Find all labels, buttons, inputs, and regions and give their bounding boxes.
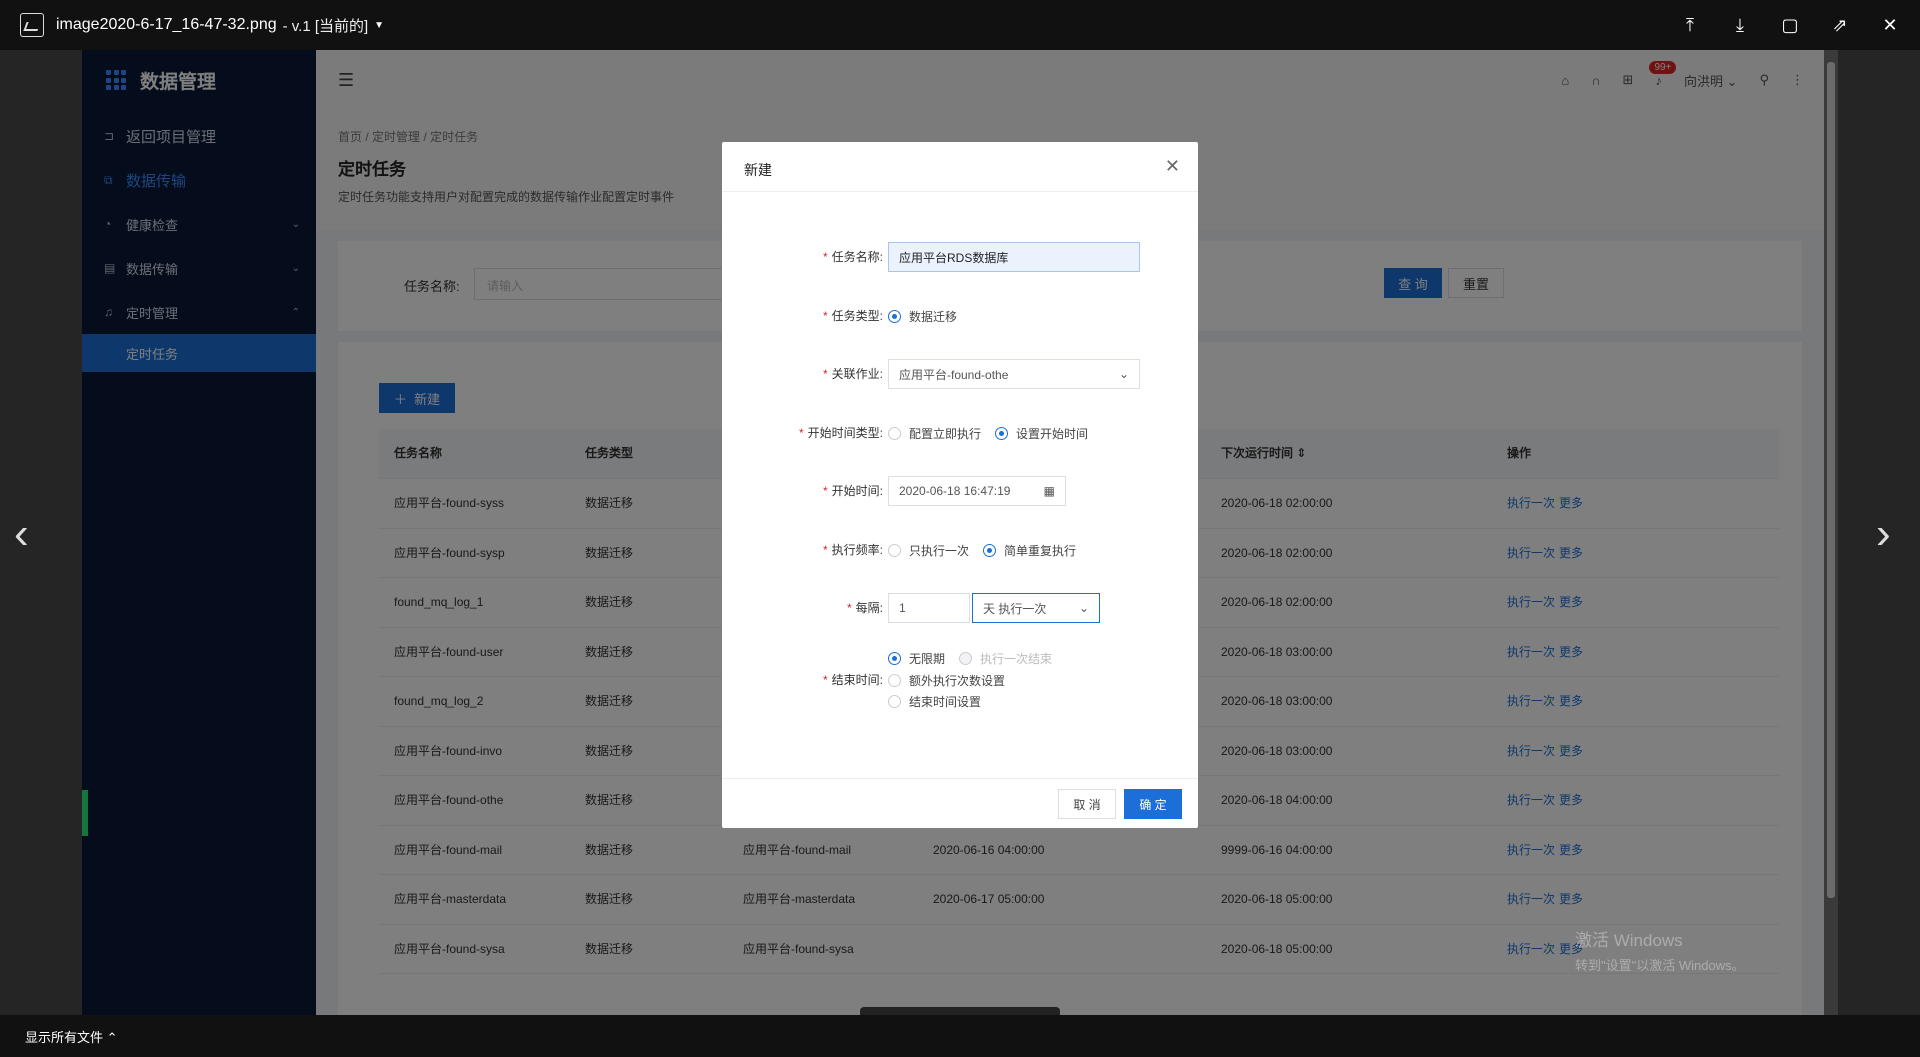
version-selector[interactable]: - v.1 [当前的] (283, 15, 369, 36)
image-file-icon (20, 13, 44, 37)
scroll-thumb[interactable] (1827, 62, 1835, 898)
interval-unit-select[interactable]: 天 执行一次 ⌄ (972, 593, 1100, 623)
chevron-down-icon: ⌄ (1118, 367, 1129, 381)
cancel-button[interactable]: 取 消 (1058, 789, 1116, 819)
field-end-time: * 结束时间: 无限期 执行一次结束 额外执行次数设置 结束时间设置 (722, 650, 1198, 710)
start-time-picker[interactable]: 2020-06-18 16:47:19 ▦ (888, 476, 1066, 506)
viewer-actions: ⤒ ⤓ ▢ ⇗ ✕ (1678, 0, 1902, 50)
radio-execute-now[interactable]: 配置立即执行 (888, 425, 981, 442)
viewer-top-bar: image2020-6-17_16-47-32.png - v.1 [当前的] … (0, 0, 1920, 50)
field-label: * 任务名称: (822, 250, 883, 264)
job-select[interactable]: 应用平台-found-othe ⌄ (888, 359, 1140, 389)
dialog-title: 新建 (744, 162, 772, 178)
viewer-bottom-bar: 显示所有文件 ⌃ (0, 1015, 1920, 1057)
chevron-down-icon: ⌄ (1078, 601, 1089, 615)
field-frequency: * 执行频率: 只执行一次 简单重复执行 (722, 534, 1198, 566)
close-icon[interactable]: ✕ (1878, 15, 1902, 36)
dialog-footer: 取 消 确 定 (722, 778, 1198, 828)
radio-data-migration[interactable]: 数据迁移 (888, 308, 957, 325)
radio-repeat[interactable]: 简单重复执行 (983, 542, 1076, 559)
field-job: * 关联作业: 应用平台-found-othe ⌄ (722, 358, 1198, 390)
field-start-type: * 开始时间类型: 配置立即执行 设置开始时间 (722, 417, 1198, 449)
radio-once[interactable]: 只执行一次 (888, 542, 969, 559)
chevron-down-icon[interactable]: ▼ (374, 20, 384, 31)
interval-input[interactable]: 1 (888, 593, 970, 623)
field-label: * 执行频率: (822, 543, 883, 557)
next-image-icon[interactable]: › (1876, 508, 1891, 560)
radio-end-after-once: 执行一次结束 (959, 650, 1052, 667)
field-label: * 开始时间类型: (798, 426, 883, 440)
field-task-type: * 任务类型: 数据迁移 (722, 300, 1198, 332)
zoom-toolbar: ⊖ ⊕ ⤢ ▣ ▭ (860, 1007, 1060, 1015)
calendar-icon: ▦ (1043, 484, 1055, 498)
field-start-time: * 开始时间: 2020-06-18 16:47:19 ▦ (722, 475, 1198, 507)
field-label: * 每隔: (846, 601, 883, 615)
confirm-button[interactable]: 确 定 (1124, 789, 1182, 819)
show-all-files-link[interactable]: 显示所有文件 ⌃ (25, 1027, 118, 1046)
previous-image-icon[interactable]: ‹ (14, 508, 29, 560)
scrollbar[interactable] (1824, 50, 1838, 1015)
comment-count-icon[interactable]: ▢ (1778, 15, 1802, 36)
field-task-name: * 任务名称: 应用平台RDS数据库 (722, 241, 1198, 273)
field-label: * 任务类型: (822, 309, 883, 323)
radio-extra-count[interactable]: 额外执行次数设置 (888, 672, 1005, 689)
radio-unlimited[interactable]: 无限期 (888, 650, 945, 667)
file-name: image2020-6-17_16-47-32.png (56, 16, 277, 33)
field-label: * 关联作业: (822, 367, 883, 381)
field-interval: * 每隔: 1 天 执行一次 ⌄ (722, 592, 1198, 624)
download-icon[interactable]: ⤓ (1728, 15, 1752, 36)
dialog-header: 新建 ✕ (722, 142, 1198, 192)
task-name-input[interactable]: 应用平台RDS数据库 (888, 242, 1140, 272)
image-canvas: 数据管理 ⊐ 返回项目管理 ⧉ 数据传输 ◔ 健康检查 ⌄ ▤ 数据传输 ⌄ ♫ (0, 50, 1920, 1015)
new-task-dialog: 新建 ✕ * 任务名称: 应用平台RDS数据库 * 任务类型: 数据迁移 * 关联作业… (722, 142, 1198, 828)
radio-end-time-setting[interactable]: 结束时间设置 (888, 693, 981, 710)
close-icon[interactable]: ✕ (1165, 156, 1180, 177)
side-indicator (82, 790, 88, 836)
radio-set-start-time[interactable]: 设置开始时间 (995, 425, 1088, 442)
share-icon[interactable]: ⇗ (1828, 15, 1852, 36)
windows-activation-watermark: 激活 Windows 转到"设置"以激活 Windows。 (1575, 931, 1745, 973)
field-label: * 开始时间: (822, 484, 883, 498)
upload-icon[interactable]: ⤒ (1678, 15, 1702, 36)
field-label: * 结束时间: (822, 673, 883, 687)
